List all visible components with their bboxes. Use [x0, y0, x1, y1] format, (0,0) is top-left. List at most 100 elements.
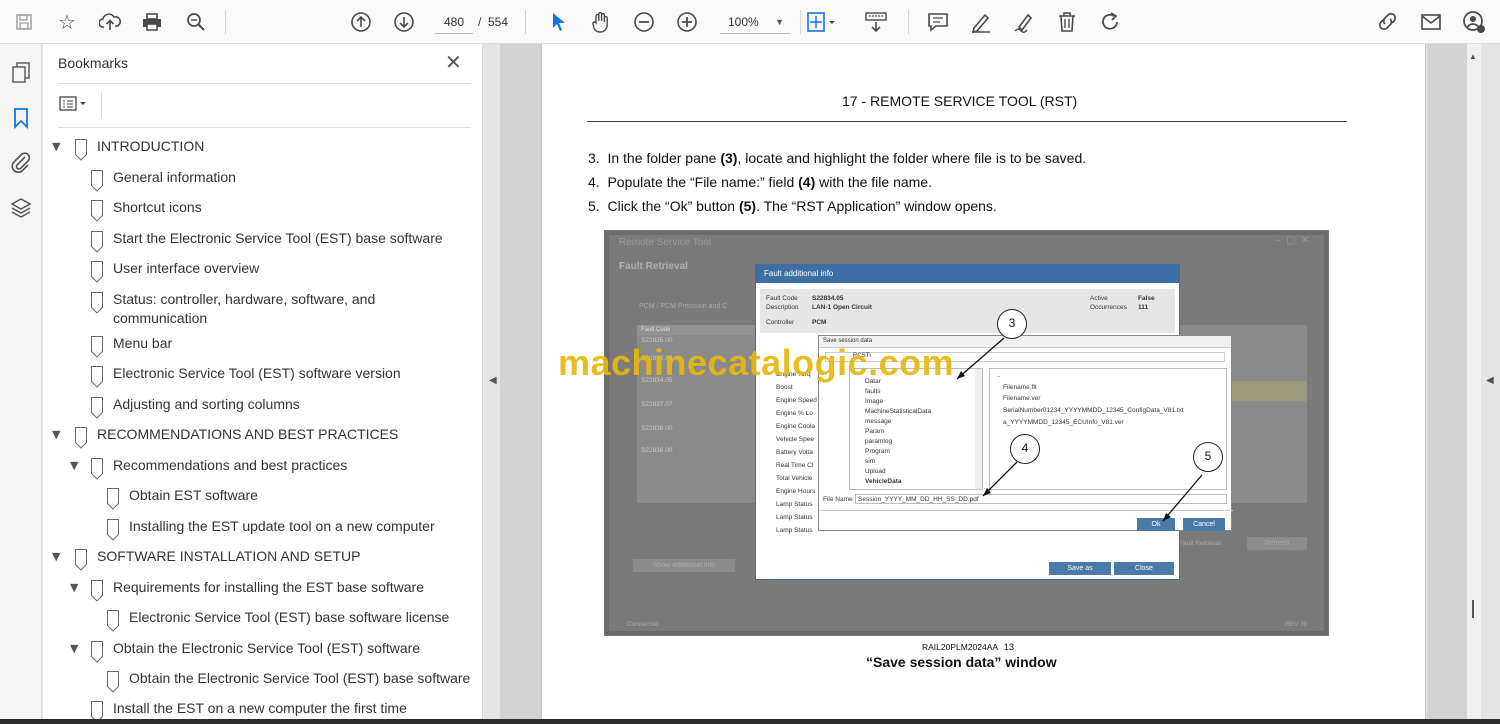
toolbar-divider — [525, 10, 526, 34]
bookmark-label: INTRODUCTION — [97, 138, 205, 154]
delete-icon[interactable] — [1051, 6, 1083, 38]
page-down-icon[interactable] — [388, 6, 420, 38]
zoom-level-select[interactable]: 100% ▼ — [720, 10, 790, 34]
email-icon[interactable] — [1415, 6, 1447, 38]
toolbar-divider — [800, 10, 801, 34]
page-separator: / — [478, 15, 482, 29]
bookmark-item[interactable]: Status: controller, hardware, software, … — [43, 290, 473, 330]
expand-right-panel-icon[interactable]: ◀ — [1486, 375, 1498, 386]
scroll-mode-icon[interactable] — [860, 6, 892, 38]
chapter-header: 17 - REMOTE SERVICE TOOL (RST) — [842, 93, 1078, 109]
scrollbar-thumb[interactable] — [1472, 600, 1474, 618]
pen-icon[interactable] — [965, 6, 997, 38]
left-rail — [0, 44, 42, 724]
chevron-down-icon[interactable]: ▼ — [70, 639, 84, 658]
bookmark-icon — [107, 671, 119, 687]
bookmark-label: Adjusting and sorting columns — [113, 396, 300, 412]
bookmark-icon — [91, 336, 103, 352]
bookmark-label: Electronic Service Tool (EST) base softw… — [129, 609, 450, 625]
step-5: 5. Click the “Ok” button (5). The “RST A… — [588, 198, 997, 214]
bookmark-icon — [91, 292, 103, 308]
comment-icon[interactable] — [922, 6, 954, 38]
toolbar-divider — [225, 10, 226, 34]
figure-code: RAIL20PLM2024AA — [922, 642, 999, 652]
callout-5: 5 — [1193, 442, 1223, 472]
select-cursor-icon[interactable] — [543, 6, 575, 38]
step-3: 3. In the folder pane (3), locate and hi… — [588, 150, 1086, 166]
hand-icon[interactable] — [585, 6, 617, 38]
toolbar-divider — [908, 10, 909, 34]
figure-number: 13 — [1004, 642, 1015, 652]
fit-page-icon[interactable] — [805, 6, 837, 38]
bookmark-label: Requirements for installing the EST base… — [113, 579, 425, 595]
divider — [101, 92, 102, 118]
close-icon[interactable]: ✕ — [445, 50, 462, 74]
bookmark-label: Status: controller, hardware, software, … — [113, 291, 376, 307]
scroll-up-icon[interactable]: ▲ — [1469, 52, 1477, 61]
bookmark-label: Obtain the Electronic Service Tool (EST)… — [113, 640, 421, 656]
share-link-icon[interactable] — [1372, 6, 1404, 38]
bookmark-icon — [75, 549, 87, 565]
bookmark-icon — [107, 488, 119, 504]
bookmark-label: Installing the EST update tool on a new … — [129, 518, 435, 534]
chevron-down-icon[interactable]: ▼ — [70, 578, 84, 597]
upload-icon[interactable] — [94, 6, 126, 38]
bookmark-icon — [91, 458, 103, 474]
step-4: 4. Populate the “File name:” field (4) w… — [588, 174, 932, 190]
star-icon[interactable]: ☆ — [51, 6, 83, 38]
divider — [58, 127, 471, 128]
attachment-icon[interactable] — [5, 146, 37, 178]
step-text: , locate and highlight the folder where … — [737, 150, 1087, 166]
document-scrollbar[interactable]: ▲ — [1467, 44, 1481, 724]
collapse-left-panel-icon[interactable]: ◀ — [489, 375, 501, 386]
figure-callout-lines — [956, 337, 1203, 522]
bookmark-icon — [91, 641, 103, 657]
page-total: 554 — [488, 15, 509, 29]
figure-caption: “Save session data” window — [866, 654, 1057, 670]
chevron-down-icon[interactable]: ▼ — [52, 425, 66, 444]
bookmark-label: Obtain the Electronic Service Tool (EST)… — [129, 670, 471, 686]
watermark: machinecatalogic.com — [558, 342, 955, 383]
chevron-down-icon[interactable]: ▼ — [70, 456, 84, 475]
step-number: 5. — [588, 198, 600, 214]
zoom-search-icon[interactable] — [180, 6, 212, 38]
bookmark-options-button[interactable] — [58, 94, 96, 116]
step-ref: (4) — [798, 174, 816, 190]
layers-icon[interactable] — [5, 192, 37, 224]
bookmark-icon — [91, 366, 103, 382]
bookmark-label: Obtain EST software — [129, 487, 258, 503]
bookmark-icon — [91, 701, 103, 717]
step-number: 4. — [588, 174, 600, 190]
page-thumbnails-icon[interactable] — [5, 57, 37, 89]
zoom-out-icon[interactable] — [628, 6, 660, 38]
bookmark-icon — [107, 519, 119, 535]
bookmark-icon — [91, 397, 103, 413]
bookmark-label: SOFTWARE INSTALLATION AND SETUP — [97, 548, 361, 564]
step-ref: (5) — [738, 198, 757, 214]
chevron-down-icon[interactable]: ▼ — [52, 547, 66, 566]
zoom-in-icon[interactable] — [671, 6, 703, 38]
callout-3: 3 — [997, 309, 1027, 339]
bookmark-icon — [91, 200, 103, 216]
panel-title: Bookmarks — [58, 55, 129, 71]
page-number-input[interactable]: 480 — [435, 10, 473, 34]
bookmark-label: Start the Electronic Service Tool (EST) … — [113, 230, 443, 246]
bookmarks-panel: Bookmarks ✕ ▼ INTRODUCTION General infor… — [43, 44, 520, 724]
header-rule — [587, 121, 1347, 122]
bookmarks-icon[interactable] — [5, 102, 37, 134]
sign-icon[interactable] — [1008, 6, 1040, 38]
print-icon[interactable] — [136, 6, 168, 38]
save-icon[interactable] — [8, 6, 40, 38]
account-icon[interactable] — [1458, 6, 1490, 38]
bookmark-label: Recommendations and best practices — [113, 457, 348, 473]
bookmark-icon — [91, 261, 103, 277]
chevron-down-icon[interactable]: ▼ — [52, 137, 66, 156]
page-gutter-right — [1427, 44, 1467, 724]
redo-icon[interactable] — [1094, 6, 1126, 38]
step-text: . The “RST Application” window opens. — [756, 198, 997, 214]
main-toolbar: ☆ 480 / 554 100% ▼ — [0, 0, 1500, 44]
bookmark-icon — [91, 580, 103, 596]
bookmark-icon — [91, 170, 103, 186]
page-up-icon[interactable] — [345, 6, 377, 38]
step-text: Populate the “File name:” field — [607, 174, 799, 190]
